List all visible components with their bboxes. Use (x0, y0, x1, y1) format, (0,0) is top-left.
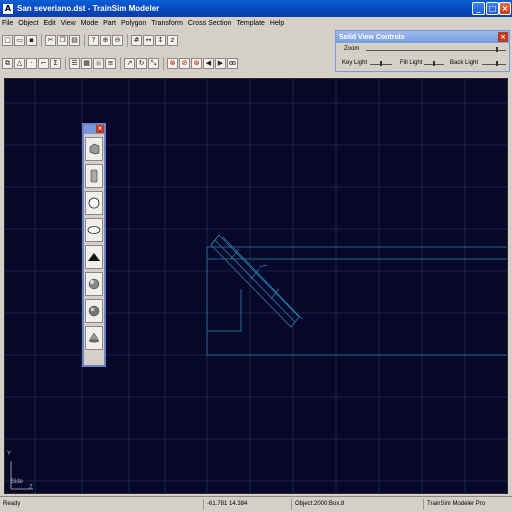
flip-z-icon[interactable]: z (167, 34, 178, 46)
cut-icon[interactable]: ✂ (45, 34, 56, 46)
binoculars-icon[interactable]: ꙭ (227, 57, 238, 69)
flip-y-icon[interactable]: ↕ (155, 34, 166, 46)
save-icon[interactable]: ▪ (26, 34, 37, 46)
title-bar[interactable]: A San severiano.dst - TrainSim Modeler _… (0, 0, 512, 17)
maximize-button[interactable]: □ (486, 2, 499, 15)
stop-icon[interactable]: ⊘ (179, 57, 190, 69)
menu-mode[interactable]: Mode (81, 20, 99, 27)
delete-icon[interactable]: ⊗ (167, 57, 178, 69)
zoom-label: Zoom (344, 46, 360, 52)
axis-z-label: Z (29, 485, 33, 491)
next-icon[interactable]: ▶ (215, 57, 226, 69)
help-icon[interactable]: ? (88, 34, 99, 46)
toolbar-edit: ⧉ △ · ⌐ Σ ☰ ▦ ▣ ≡ ↗ ↻ ⤡ ⊗ ⊘ ⊛ ◀ ▶ ꙭ (0, 53, 335, 73)
window-title: San severiano.dst - TrainSim Modeler (17, 4, 160, 13)
palette-header[interactable]: × (84, 125, 104, 134)
key-light-label: Key Light (342, 60, 368, 66)
back-light-slider-thumb[interactable] (496, 61, 498, 66)
menu-transform[interactable]: Transform (151, 20, 183, 27)
cylinder-icon[interactable] (85, 164, 103, 188)
triangle-icon[interactable] (85, 245, 103, 269)
close-button[interactable]: × (499, 2, 511, 15)
menu-cross-section[interactable]: Cross Section (188, 20, 232, 27)
select-edge-icon[interactable]: ⌐ (38, 57, 49, 69)
copy-icon[interactable]: ❐ (57, 34, 68, 46)
cancel-icon[interactable]: ⊛ (191, 57, 202, 69)
primitive-palette: × (82, 123, 106, 367)
select-object-icon[interactable]: ⧉ (2, 57, 13, 69)
toolbar-separator (84, 33, 85, 47)
toolbar-separator (41, 33, 42, 47)
solid-view-controls-panel: Solid View Controls × Zoom Key Light Fil… (335, 30, 510, 72)
menu-part[interactable]: Part (103, 20, 116, 27)
status-bar: Ready -61.781 14.384 Object:2000:Box.8 T… (0, 496, 512, 512)
ellipse-icon[interactable] (85, 218, 103, 242)
grid-icon[interactable]: # (131, 34, 142, 46)
flip-x-icon[interactable]: ↔ (143, 34, 154, 46)
close-icon[interactable]: × (498, 32, 508, 42)
solid-view-controls-title: Solid View Controls (336, 31, 509, 43)
box-icon[interactable] (85, 137, 103, 161)
app-icon: A (3, 3, 13, 14)
sum-icon[interactable]: Σ (50, 57, 61, 69)
cone-icon[interactable] (85, 326, 103, 350)
toolbar-separator (65, 56, 66, 70)
menu-file[interactable]: File (2, 20, 13, 27)
open-file-icon[interactable]: ▭ (14, 34, 25, 46)
wireframe-model (206, 234, 507, 356)
status-ready: Ready (3, 501, 21, 507)
axis-y-label: Y (7, 451, 12, 457)
table-icon[interactable]: ▦ (81, 57, 92, 69)
menu-template[interactable]: Template (237, 20, 265, 27)
new-file-icon[interactable]: □ (2, 34, 13, 46)
circle-icon[interactable] (85, 191, 103, 215)
menu-bar: File Object Edit View Mode Part Polygon … (0, 17, 512, 29)
view-label: Side (11, 479, 24, 485)
zoom-out-icon[interactable]: ⊖ (112, 34, 123, 46)
disabled-tool-icon: ▣ (93, 57, 104, 69)
list-icon[interactable]: ☰ (69, 57, 80, 69)
app-window: A San severiano.dst - TrainSim Modeler _… (0, 0, 512, 512)
status-object: Object:2000:Box.8 (291, 499, 423, 510)
menu-object[interactable]: Object (18, 20, 38, 27)
status-product: TrainSim Modeler Pro (423, 499, 512, 510)
toolbar-main: □ ▭ ▪ ✂ ❐ ▤ ? ⊕ ⊖ # ↔ ↕ z (0, 30, 335, 50)
toolbar-separator (120, 56, 121, 70)
minimize-button[interactable]: _ (472, 2, 485, 15)
zoom-slider[interactable] (366, 50, 506, 51)
previous-icon[interactable]: ◀ (203, 57, 214, 69)
move-icon[interactable]: ↗ (124, 57, 135, 69)
sphere-small-icon[interactable] (85, 299, 103, 323)
zoom-in-icon[interactable]: ⊕ (100, 34, 111, 46)
menu-help[interactable]: Help (270, 20, 284, 27)
rotate-icon[interactable]: ↻ (136, 57, 147, 69)
sphere-icon[interactable] (85, 272, 103, 296)
fill-light-slider-thumb[interactable] (433, 61, 435, 66)
toolbar-separator (163, 56, 164, 70)
side-viewport[interactable]: Y Z Side (4, 78, 508, 494)
menu-polygon[interactable]: Polygon (121, 20, 146, 27)
menu-view[interactable]: View (61, 20, 76, 27)
scale-icon[interactable]: ⤡ (148, 57, 159, 69)
texture-icon[interactable]: ≡ (105, 57, 116, 69)
paste-icon[interactable]: ▤ (69, 34, 80, 46)
close-icon[interactable]: × (96, 125, 104, 133)
back-light-label: Back Light (450, 60, 479, 66)
viewport-grid (5, 79, 507, 493)
toolbar-separator (127, 33, 128, 47)
fill-light-label: Fill Light (400, 60, 423, 66)
select-point-icon[interactable]: · (26, 57, 37, 69)
menu-edit[interactable]: Edit (44, 20, 56, 27)
key-light-slider-thumb[interactable] (380, 61, 382, 66)
zoom-slider-thumb[interactable] (496, 47, 498, 52)
select-polygon-icon[interactable]: △ (14, 57, 25, 69)
back-light-slider[interactable] (482, 64, 506, 65)
status-coordinates: -61.781 14.384 (203, 499, 291, 510)
